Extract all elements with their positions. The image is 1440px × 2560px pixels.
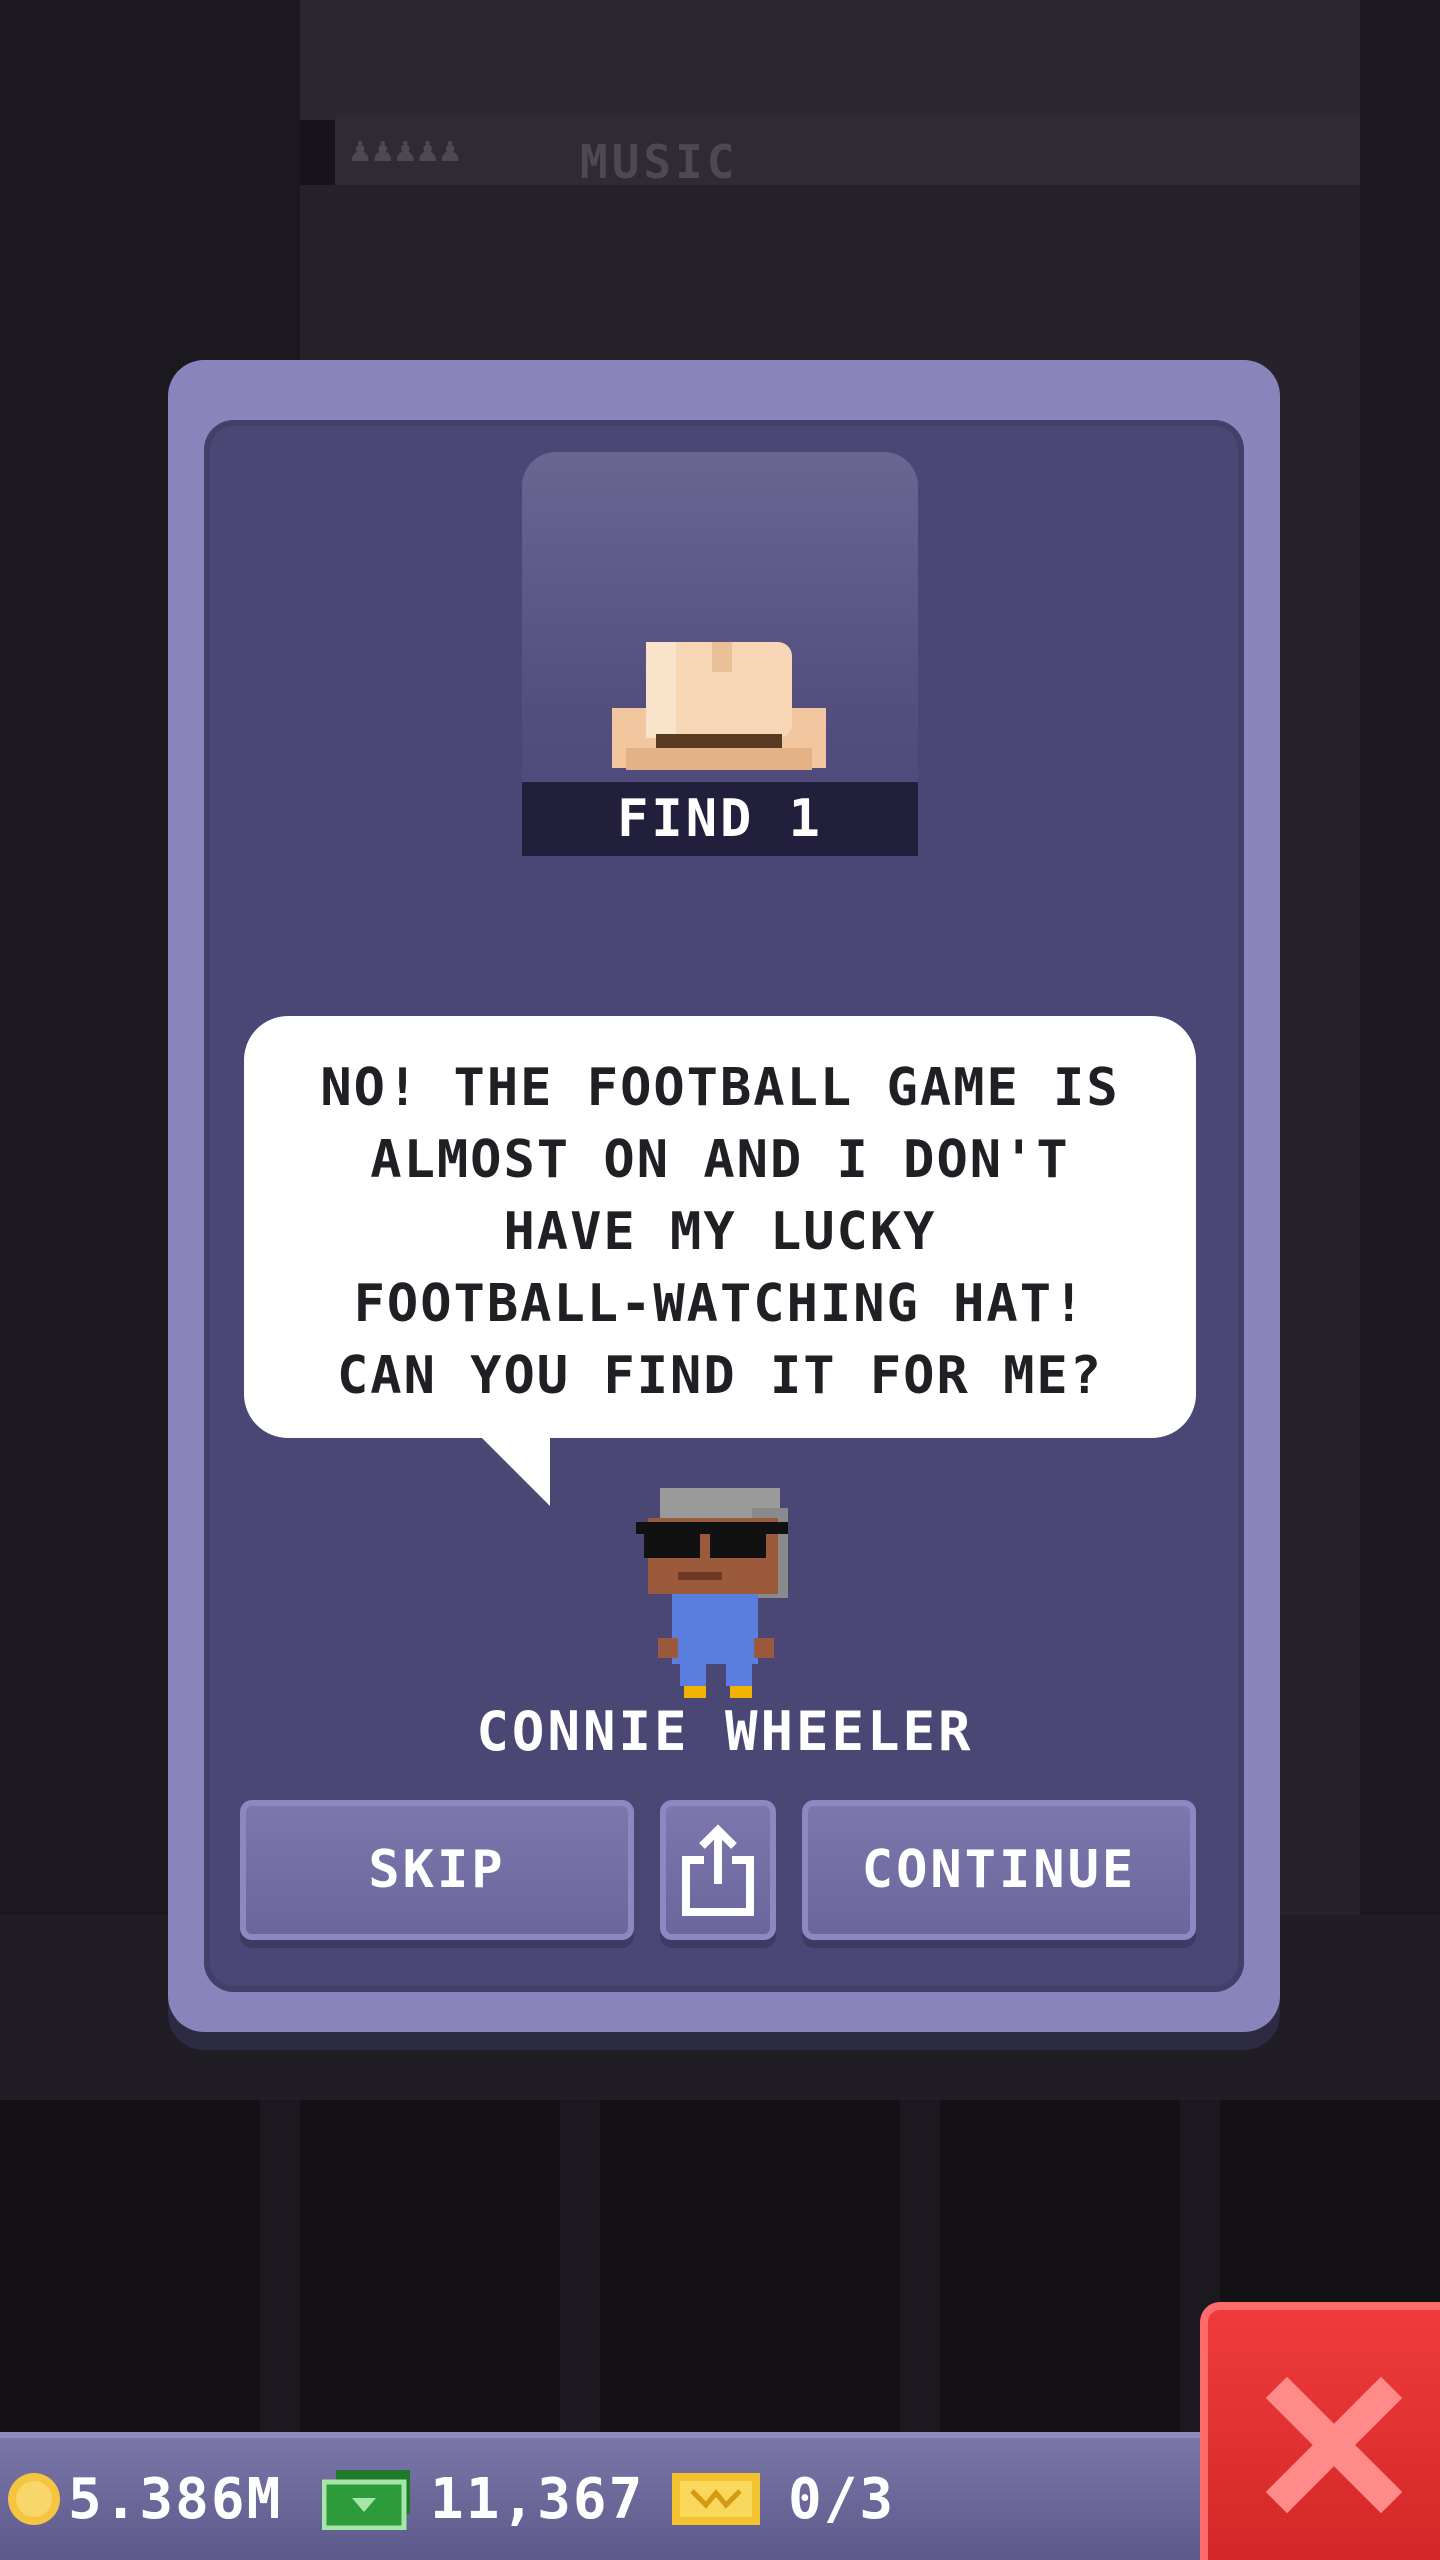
find-count-label: FIND 1 [522, 782, 918, 856]
coins-stat: 5.386M [6, 2438, 282, 2560]
bux-stat: 11,367 [322, 2438, 644, 2560]
skip-button[interactable]: SKIP [240, 1800, 634, 1940]
coin-icon [8, 2473, 60, 2525]
close-icon [1265, 2376, 1403, 2514]
floor-sign [335, 115, 1360, 185]
bux-value: 11,367 [430, 2466, 645, 2532]
pillar [900, 2100, 940, 2460]
close-button[interactable] [1200, 2302, 1440, 2560]
speech-bubble: NO! THE FOOTBALL GAME IS ALMOST ON AND I… [244, 1016, 1196, 1438]
coins-value: 5.386M [68, 2466, 283, 2532]
share-button[interactable] [660, 1800, 776, 1940]
npc-dialogue: NO! THE FOOTBALL GAME IS ALMOST ON AND I… [320, 1058, 1120, 1406]
ticket-icon [672, 2473, 760, 2525]
tickets-value: 0/3 [788, 2466, 896, 2532]
right-wall [1360, 0, 1440, 1920]
pillar [260, 2100, 300, 2460]
floor-residents [300, 0, 1360, 120]
speech-bubble-tail [480, 1436, 550, 1506]
continue-button[interactable]: CONTINUE [802, 1800, 1196, 1940]
share-icon [682, 1824, 754, 1916]
cowboy-hat-icon [612, 642, 826, 770]
floor-people-icons: ♟♟♟♟♟ [350, 130, 463, 170]
floor-label: MUSIC [580, 135, 739, 189]
npc-avatar [636, 1488, 788, 1698]
tickets-stat: 0/3 [670, 2438, 895, 2560]
pillar [560, 2100, 600, 2460]
status-bar: 5.386M 11,367 0/3 [0, 2432, 1200, 2560]
npc-name: CONNIE WHEELER [476, 1700, 974, 1763]
bux-icon [322, 2470, 410, 2530]
